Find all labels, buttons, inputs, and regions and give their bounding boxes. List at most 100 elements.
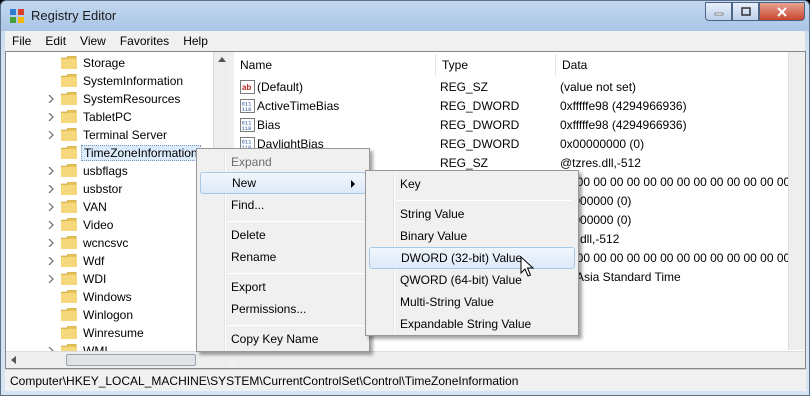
tree-node[interactable]: SystemResources: [6, 90, 216, 108]
tree-node[interactable]: Winresume: [6, 324, 216, 342]
tree-node-label: Winresume: [83, 326, 144, 340]
value-data: 00 00 00 00 00 00 00 00 00 00 00 00 00 0…: [560, 251, 805, 265]
list-vertical-scrollbar[interactable]: [788, 52, 805, 350]
binary-value-icon: 011110: [240, 118, 255, 132]
tree-node[interactable]: SystemInformation: [6, 72, 216, 90]
menu-help[interactable]: Help: [176, 34, 215, 48]
tree-node-label: Wdf: [83, 254, 105, 268]
menu-favorites[interactable]: Favorites: [113, 34, 176, 48]
value-data: @tzres.dll,-512: [560, 156, 641, 170]
tree-node[interactable]: usbflags: [6, 162, 216, 180]
svg-text:ab: ab: [242, 83, 251, 92]
value-data: 0xfffffe98 (4294966936): [560, 99, 687, 113]
value-data: (value not set): [560, 80, 637, 94]
list-row[interactable]: 011 110 ActiveTimeBias REG_DWORD 0xfffffe98 …: [234, 97, 794, 116]
expand-arrow-icon[interactable]: [48, 239, 55, 247]
maximize-button[interactable]: [732, 2, 759, 21]
key-path: Computer\HKEY_LOCAL_MACHINE\SYSTEM\Curre…: [10, 373, 519, 388]
folder-icon: [61, 146, 77, 159]
menu-item-permissions[interactable]: Permissions...: [200, 298, 366, 320]
column-header-type[interactable]: Type: [436, 54, 556, 76]
submenu-item-binary-value[interactable]: Binary Value: [369, 225, 575, 247]
tree-node-label: usbflags: [83, 164, 128, 178]
list-row[interactable]: ab (Default) REG_SZ (value not set): [234, 78, 794, 97]
expand-arrow-icon[interactable]: [48, 275, 55, 283]
folder-icon: [61, 110, 77, 123]
tree-node[interactable]: Storage: [6, 54, 216, 72]
folder-icon: [61, 290, 77, 303]
tree-node[interactable]: VAN: [6, 198, 216, 216]
menu-item-rename[interactable]: Rename: [200, 246, 366, 268]
expand-arrow-icon[interactable]: [48, 203, 55, 211]
menu-view[interactable]: View: [73, 34, 113, 48]
expand-arrow-icon[interactable]: [48, 167, 55, 175]
folder-icon: [61, 182, 77, 195]
column-header-name[interactable]: Name: [234, 54, 436, 76]
tree-node[interactable]: Winlogon: [6, 306, 216, 324]
expand-arrow-icon[interactable]: [48, 185, 55, 193]
tree-node[interactable]: TabletPC: [6, 108, 216, 126]
close-icon: [777, 6, 787, 17]
tree-node[interactable]: Windows: [6, 288, 216, 306]
tree-node-label: SystemInformation: [83, 74, 184, 88]
submenu-item-expandable-string-value[interactable]: Expandable String Value: [369, 313, 575, 335]
tree-node[interactable]: TimeZoneInformation: [6, 144, 216, 162]
column-header-data[interactable]: Data: [556, 54, 805, 76]
svg-text:110: 110: [242, 106, 252, 113]
submenu-item-string-value[interactable]: String Value: [369, 203, 575, 225]
expand-arrow-icon[interactable]: [48, 113, 55, 121]
tree-node-label: Storage: [83, 56, 126, 70]
submenu-item-qword-value[interactable]: QWORD (64-bit) Value: [369, 269, 575, 291]
list-horizontal-scrollbar[interactable]: [234, 351, 805, 368]
expand-arrow-icon[interactable]: [48, 131, 55, 139]
folder-icon: [61, 56, 77, 69]
value-data: 0x00000000 (0): [560, 137, 645, 151]
tree-horizontal-scrollbar[interactable]: [6, 351, 230, 368]
tree-node[interactable]: usbstor: [6, 180, 216, 198]
tree-node-label: TimeZoneInformation: [81, 145, 201, 161]
tree-node[interactable]: Video: [6, 216, 216, 234]
menu-item-copy-key-name[interactable]: Copy Key Name: [200, 328, 366, 350]
menu-file[interactable]: File: [5, 34, 38, 48]
expand-arrow-icon[interactable]: [48, 221, 55, 229]
menu-item-find[interactable]: Find...: [200, 194, 366, 216]
context-menu: Expand New Find... Delete Rename Export …: [196, 148, 370, 352]
list-row[interactable]: 011 110 Bias REG_DWORD 0xfffffe98 (429496693…: [234, 116, 794, 135]
submenu-item-multi-string-value[interactable]: Multi-String Value: [369, 291, 575, 313]
tree-node[interactable]: WDI: [6, 270, 216, 288]
submenu-item-key[interactable]: Key: [369, 173, 575, 195]
folder-icon: [61, 200, 77, 213]
minimize-button[interactable]: [705, 2, 732, 21]
submenu-item-dword-value[interactable]: DWORD (32-bit) Value: [369, 247, 575, 269]
minimize-icon: [714, 12, 723, 15]
expand-arrow-icon[interactable]: [48, 95, 55, 103]
tree-node-label: wcncsvc: [83, 236, 129, 250]
menu-item-new-label: New: [232, 176, 257, 190]
close-button[interactable]: [759, 2, 805, 21]
tree-node-label: Terminal Server: [83, 128, 168, 142]
menu-item-delete[interactable]: Delete: [200, 224, 366, 246]
scroll-left-arrow-icon[interactable]: [6, 352, 22, 368]
value-type: REG_DWORD: [440, 137, 520, 151]
folder-icon: [61, 326, 77, 339]
string-value-icon: ab: [240, 80, 255, 94]
tree-node[interactable]: Wdf: [6, 252, 216, 270]
menu-edit[interactable]: Edit: [38, 34, 73, 48]
expand-arrow-icon[interactable]: [48, 257, 55, 265]
binary-value-icon: 011110: [240, 99, 255, 113]
title-bar[interactable]: Registry Editor: [1, 1, 809, 31]
mouse-cursor-icon: [520, 256, 534, 277]
tree-node[interactable]: wcncsvc: [6, 234, 216, 252]
folder-icon: [61, 236, 77, 249]
tree-node[interactable]: Terminal Server: [6, 126, 216, 144]
scroll-up-arrow-icon[interactable]: [214, 52, 230, 68]
value-name: Bias: [257, 118, 281, 132]
menu-item-export[interactable]: Export: [200, 276, 366, 298]
value-data: 00 00 00 00 00 00 00 00 00 00 00 00 00 0…: [560, 175, 805, 189]
tree-node-label: Winlogon: [83, 308, 134, 322]
menu-item-expand[interactable]: Expand: [200, 151, 366, 173]
tree-node-label: TabletPC: [83, 110, 132, 124]
menu-item-new[interactable]: New: [200, 172, 366, 194]
scroll-thumb[interactable]: [66, 354, 196, 366]
value-type: REG_SZ: [440, 80, 489, 94]
